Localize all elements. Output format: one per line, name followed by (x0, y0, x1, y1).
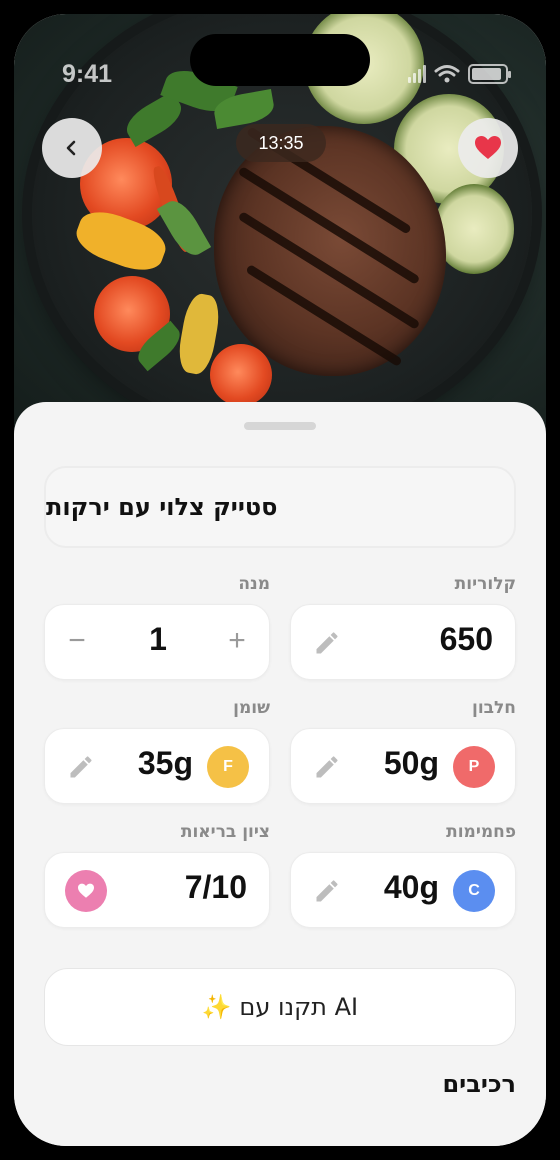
pencil-icon[interactable] (313, 629, 341, 657)
calories-value: 650 (439, 621, 493, 657)
battery-icon (468, 64, 511, 84)
fat-label: שומן (233, 698, 270, 718)
pencil-icon[interactable] (67, 753, 95, 781)
fat-badge: F (207, 746, 249, 788)
screen: 9:41 13:35 סטייק צלוי עם ירקות קלוריות מ… (14, 14, 546, 1146)
recipe-title-field[interactable]: סטייק צלוי עם ירקות (44, 466, 516, 548)
protein-badge: P (453, 746, 495, 788)
wifi-icon (434, 65, 460, 83)
carbs-label: פחמימות (446, 822, 516, 842)
protein-label: חלבון (471, 698, 516, 718)
back-button[interactable] (42, 118, 102, 178)
ai-fix-label: ✨ תקנו עם AI (201, 993, 359, 1021)
heart-icon (475, 136, 501, 159)
status-time: 9:41 (62, 60, 113, 88)
ai-fix-button[interactable]: ✨ תקנו עם AI (44, 968, 516, 1046)
fat-card[interactable]: F 35g (44, 728, 270, 804)
favorite-button[interactable] (458, 118, 518, 178)
carbs-badge: C (453, 870, 495, 912)
carbs-card[interactable]: C 40g (290, 852, 516, 928)
phone-frame: 9:41 13:35 סטייק צלוי עם ירקות קלוריות מ… (0, 0, 560, 1160)
carbs-value: 40g (383, 869, 439, 905)
servings-label: מנה (238, 574, 270, 594)
recipe-title: סטייק צלוי עם ירקות (46, 493, 278, 521)
fat-value: 35g (137, 745, 193, 781)
status-icons (408, 64, 511, 84)
servings-stepper[interactable]: − 1 + (44, 604, 270, 680)
health-score-value: 7/10 (184, 869, 247, 905)
details-sheet: סטייק צלוי עם ירקות קלוריות מנה 650 − 1 … (14, 402, 546, 1146)
chevron-left-icon (66, 140, 76, 156)
plus-button[interactable]: + (219, 623, 255, 659)
protein-card[interactable]: P 50g (290, 728, 516, 804)
ingredients-title: רכיבים (442, 1070, 516, 1098)
sheet-handle[interactable] (244, 422, 316, 430)
dynamic-island (190, 34, 370, 86)
heart-icon (65, 870, 107, 912)
health-score-label: ציון בריאות (180, 822, 270, 842)
cook-time-badge: 13:35 (236, 124, 326, 162)
pencil-icon[interactable] (313, 753, 341, 781)
signal-icon (408, 65, 426, 83)
health-score-card[interactable]: 7/10 (44, 852, 270, 928)
calories-card[interactable]: 650 (290, 604, 516, 680)
protein-value: 50g (383, 745, 439, 781)
calories-label: קלוריות (454, 574, 516, 594)
pencil-icon[interactable] (313, 877, 341, 905)
